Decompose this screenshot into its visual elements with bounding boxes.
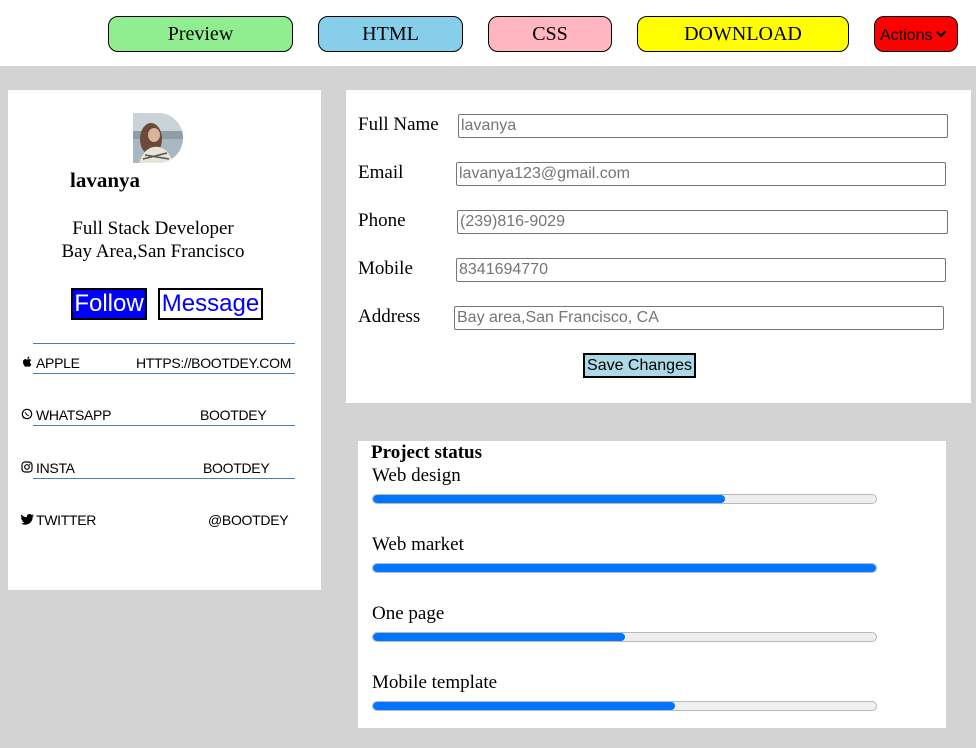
full-name-input[interactable]: lavanya (458, 114, 948, 138)
phone-label: Phone (358, 210, 406, 231)
address-label: Address (358, 306, 421, 327)
social-whatsapp-value[interactable]: BOOTDEY (200, 407, 267, 423)
progress-fill (373, 495, 726, 503)
email-input[interactable]: lavanya123@gmail.com (456, 162, 946, 186)
html-button[interactable]: HTML (318, 16, 463, 52)
download-button[interactable]: DOWNLOAD (637, 16, 849, 52)
actions-dropdown[interactable]: Actions (874, 16, 958, 52)
divider (33, 478, 295, 479)
progress-fill (373, 633, 625, 641)
progress-label-web-design: Web design (372, 465, 461, 486)
divider (33, 425, 295, 426)
social-label: WHATSAPP (36, 407, 112, 423)
css-button[interactable]: CSS (488, 16, 612, 52)
social-apple-value[interactable]: HTTPS://BOOTDEY.COM (136, 355, 291, 371)
mobile-label: Mobile (358, 258, 413, 279)
social-insta-value[interactable]: BOOTDEY (203, 460, 270, 476)
full-name-label: Full Name (358, 114, 439, 135)
profile-name: lavanya (70, 168, 141, 192)
progress-bar-mobile-template (372, 701, 877, 711)
save-changes-button[interactable]: Save Changes (583, 353, 696, 378)
progress-label-web-market: Web market (372, 534, 464, 555)
progress-label-one-page: One page (372, 603, 445, 624)
profile-role: Full Stack Developer (72, 218, 234, 239)
phone-input[interactable]: (239)816-9029 (457, 210, 948, 234)
social-insta-label: INSTA (20, 460, 75, 476)
whatsapp-icon (20, 408, 34, 423)
profile-location: Bay Area,San Francisco (61, 241, 245, 262)
progress-bar-web-market (372, 563, 877, 573)
social-apple-label: APPLE (20, 355, 80, 371)
social-whatsapp-label: WHATSAPP (20, 407, 111, 423)
mobile-input[interactable]: 8341694770 (456, 258, 946, 282)
progress-bar-one-page (372, 632, 877, 642)
progress-fill (373, 702, 675, 710)
social-twitter-label: TWITTER (20, 512, 96, 528)
progress-label-mobile-template: Mobile template (372, 672, 498, 693)
progress-fill (373, 564, 876, 572)
social-label: INSTA (36, 460, 75, 476)
twitter-icon (20, 514, 34, 528)
divider (33, 373, 295, 374)
social-label: TWITTER (36, 512, 97, 528)
progress-bar-web-design (372, 494, 877, 504)
preview-button[interactable]: Preview (108, 16, 293, 52)
social-twitter-value[interactable]: @BOOTDEY (208, 512, 289, 528)
social-label: APPLE (36, 355, 80, 371)
apple-icon (20, 356, 34, 371)
project-status-title: Project status (371, 442, 482, 463)
avatar (133, 113, 183, 163)
email-label: Email (358, 162, 404, 183)
address-input[interactable]: Bay area,San Francisco, CA (454, 306, 944, 330)
message-button[interactable]: Message (158, 288, 263, 320)
divider (33, 343, 295, 344)
chevron-down-icon (936, 30, 947, 38)
actions-label: Actions (880, 27, 933, 44)
follow-button[interactable]: Follow (71, 288, 147, 320)
instagram-icon (20, 461, 34, 476)
toolbar: Preview HTML CSS DOWNLOAD Actions (0, 0, 976, 66)
